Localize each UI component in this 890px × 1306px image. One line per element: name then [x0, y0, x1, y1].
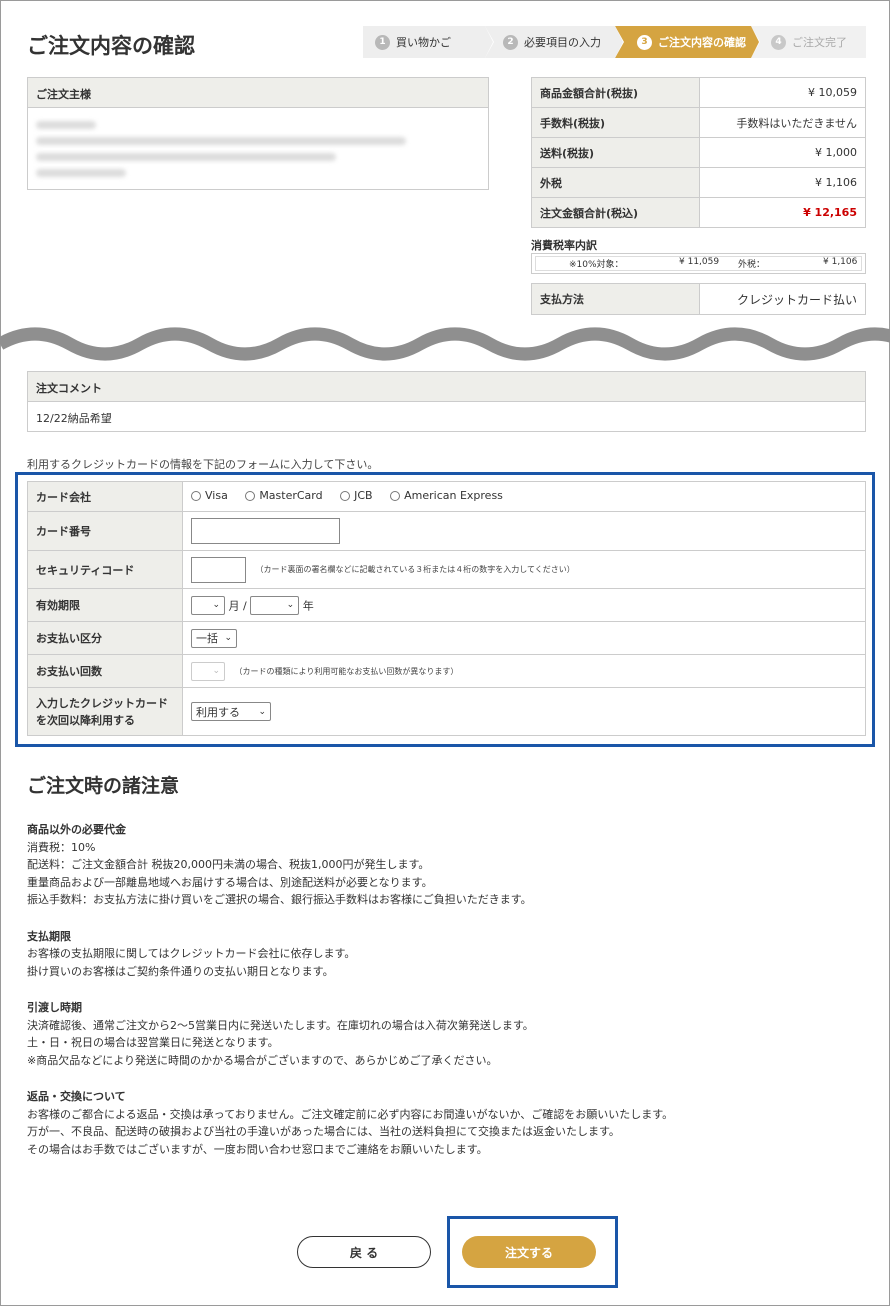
checkout-steps: 1 買い物かご 2 必要項目の入力 3 ご注文内容の確認 4 ご注文完了 [363, 26, 866, 58]
step-number: 4 [771, 34, 786, 50]
step-confirm-active: 3 ご注文内容の確認 [615, 26, 760, 58]
summary-row: 送料(税抜) ¥ 1,000 [531, 137, 866, 168]
payment-method-label: 支払方法 [531, 283, 700, 315]
back-button[interactable]: 戻 る [297, 1236, 431, 1268]
page-title: ご注文内容の確認 [27, 34, 195, 58]
notice-line: その場合はお手数ではございますが、一度お問い合わせ窓口までご連絡をお願いいたしま… [27, 1142, 488, 1156]
notice-line: お客様のご都合による返品・交換は承っておりません。ご注文確定前に必ず内容にお間違… [27, 1107, 674, 1121]
summary-label: 外税 [531, 167, 700, 198]
step-number: 2 [503, 34, 518, 50]
notice-heading: 引渡し時期 [27, 1001, 82, 1014]
payment-method-value: クレジットカード払い [699, 283, 866, 315]
step-input: 2 必要項目の入力 [485, 26, 624, 58]
order-comment-text: 12/22納品希望 [36, 412, 112, 425]
summary-row: 商品金額合計(税抜) ¥ 10,059 [531, 77, 866, 108]
orderer-details-blurred [28, 108, 488, 186]
step-number: 3 [637, 34, 652, 50]
order-button-highlight-frame [447, 1216, 618, 1288]
notice-block: 商品以外の必要代金 消費税：10% 配送料：ご注文金額合計 税抜20,000円未… [27, 821, 827, 909]
summary-row: 手数料(税抜) 手数料はいただきません [531, 107, 866, 138]
notice-heading: 商品以外の必要代金 [27, 823, 126, 836]
orderer-heading: ご注文主様 [28, 78, 488, 108]
summary-row: 外税 ¥ 1,106 [531, 167, 866, 198]
notice-line: ※商品欠品などにより発送に時間のかかる場合がございますので、あらかじめご了承くだ… [27, 1053, 498, 1067]
summary-value: ¥ 1,000 [699, 137, 866, 168]
notice-line: 消費税：10% [27, 840, 96, 854]
tax-breakdown-title: 消費税率内訳 [531, 239, 597, 252]
price-summary-table: 商品金額合計(税抜) ¥ 10,059 手数料(税抜) 手数料はいただきません 送料… [531, 77, 866, 228]
notice-line: お客様の支払期限に関してはクレジットカード会社に依存します。 [27, 947, 356, 960]
tax-label: 外税： [738, 260, 766, 270]
payment-method-table: 支払方法 クレジットカード払い [531, 283, 866, 315]
notice-line: 重量商品および一部離島地域へお届けする場合は、別途配送料が必要となります。 [27, 875, 433, 889]
notices-section: 商品以外の必要代金 消費税：10% 配送料：ご注文金額合計 税抜20,000円未… [27, 821, 827, 1177]
summary-label: 商品金額合計(税抜) [531, 77, 700, 108]
step-label: 必要項目の入力 [524, 36, 601, 49]
step-label: 買い物かご [396, 36, 451, 49]
order-comment-heading: 注文コメント [28, 372, 865, 402]
notice-line: 土・日・祝日の場合は翌営業日に発送となります。 [27, 1036, 279, 1049]
order-total-value: ¥ 12,165 [699, 197, 866, 228]
tax-target-value: ¥ 11,059 [679, 257, 720, 267]
notice-block: 返品・交換について お客様のご都合による返品・交換は承っておりません。ご注文確定… [27, 1088, 827, 1158]
tax-breakdown-box: ※10%対象： ¥ 11,059 外税： ¥ 1,106 [531, 253, 866, 274]
summary-label: 注文金額合計(税込) [531, 197, 700, 228]
tax-target-label: ※10%対象： [569, 260, 624, 270]
step-complete: 4 ご注文完了 [751, 26, 866, 58]
notice-line: 掛け買いのお客様はご契約条件通りの支払い期日となります。 [27, 964, 334, 978]
notice-block: 支払期限 お客様の支払期限に関してはクレジットカード会社に依存します。 掛け買い… [27, 928, 827, 981]
step-label: ご注文完了 [792, 36, 847, 49]
step-cart: 1 買い物かご [363, 26, 494, 58]
credit-form-intro: 利用するクレジットカードの情報を下記のフォームに入力して下さい。 [27, 458, 379, 471]
notice-block: 引渡し時期 決済確認後、通常ご注文から2〜5営業日内に発送いたします。在庫切れの… [27, 999, 827, 1069]
notice-line: 振込手数料：お支払方法に掛け買いをご選択の場合、銀行振込手数料はお客様にご負担い… [27, 893, 532, 906]
summary-value: 手数料はいただきません [699, 107, 866, 138]
orderer-box: ご注文主様 [27, 77, 489, 190]
summary-label: 送料(税抜) [531, 137, 700, 168]
notice-heading: 返品・交換について [27, 1090, 126, 1103]
notice-line: 万が一、不良品、配送時の破損および当社の手違いがあった場合には、当社の送料負担に… [27, 1125, 620, 1138]
notice-line: 配送料：ご注文金額合計 税抜20,000円未満の場合、税抜1,000円が発生しま… [27, 858, 430, 871]
notices-title: ご注文時の諸注意 [27, 775, 180, 797]
tax-value: ¥ 1,106 [823, 257, 858, 267]
summary-row-total: 注文金額合計(税込) ¥ 12,165 [531, 197, 866, 228]
summary-value: ¥ 10,059 [699, 77, 866, 108]
form-highlight-frame [15, 472, 875, 747]
summary-value: ¥ 1,106 [699, 167, 866, 198]
notice-line: 決済確認後、通常ご注文から2〜5営業日内に発送いたします。在庫切れの場合は入荷次… [27, 1018, 534, 1032]
step-number: 1 [375, 34, 390, 50]
summary-label: 手数料(税抜) [531, 107, 700, 138]
step-label: ご注文内容の確認 [658, 36, 746, 49]
notice-heading: 支払期限 [27, 929, 71, 943]
order-comment-box: 注文コメント 12/22納品希望 [27, 371, 866, 432]
